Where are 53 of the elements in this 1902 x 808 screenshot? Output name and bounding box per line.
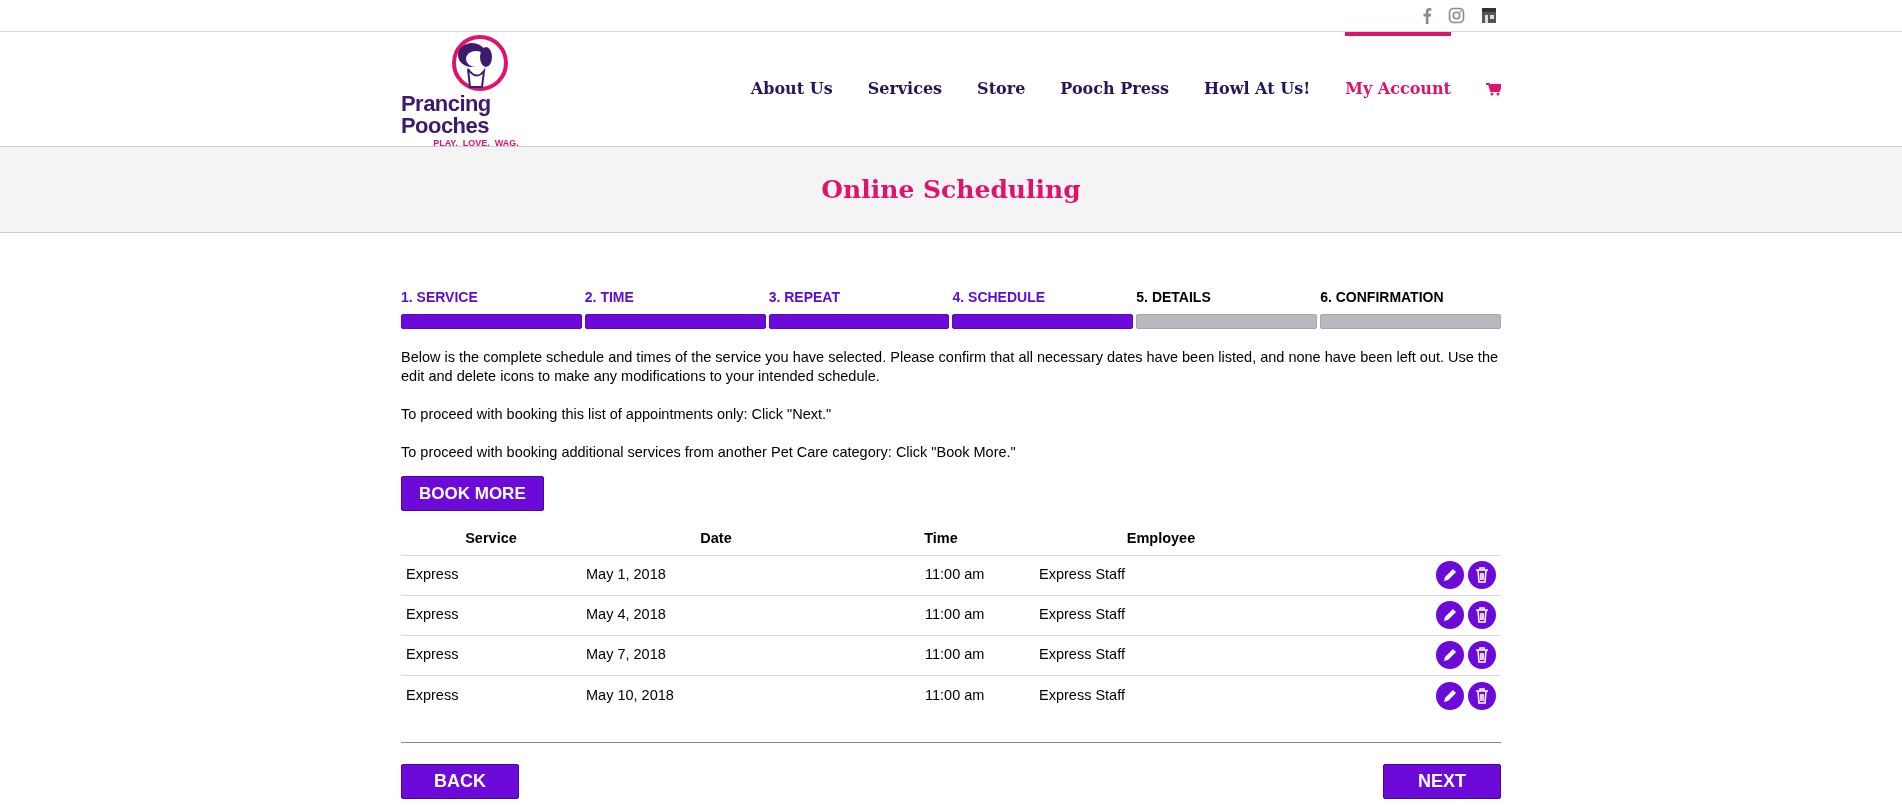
table-cell: May 4, 2018 <box>581 595 851 636</box>
step-label: 4. SCHEDULE <box>952 288 1047 307</box>
table-cell: May 10, 2018 <box>581 675 851 716</box>
step-label: 6. CONFIRMATION <box>1320 288 1445 307</box>
column-header: Service <box>401 523 581 556</box>
table-cell: Express <box>401 675 581 716</box>
nav-link[interactable]: Services <box>867 77 943 101</box>
table-cell: May 1, 2018 <box>581 555 851 596</box>
step-label: 3. REPEAT <box>768 288 841 307</box>
table-cell: 11:00 am <box>851 555 1031 596</box>
book-more-button[interactable]: BOOK MORE <box>401 476 544 511</box>
facebook-icon[interactable] <box>1422 7 1432 24</box>
step-label: 2. TIME <box>584 288 635 307</box>
instruction-text: To proceed with booking this list of appointments only: Click "Next." <box>401 405 833 424</box>
page-title: Online Scheduling <box>821 173 1081 206</box>
table-cell: Express <box>401 635 581 676</box>
nav-link[interactable]: About Us <box>750 77 833 101</box>
table-cell: Express Staff <box>1031 675 1291 716</box>
step-label: 5. DETAILS <box>1136 288 1212 307</box>
column-header: Time <box>851 523 1031 556</box>
table-cell: Express Staff <box>1031 635 1291 676</box>
camera-icon[interactable] <box>1448 7 1465 24</box>
table-cell: Express Staff <box>1031 555 1291 596</box>
table-cell: May 7, 2018 <box>581 635 851 676</box>
delete-icon[interactable] <box>1468 681 1496 710</box>
delete-icon[interactable] <box>1468 601 1496 630</box>
edit-icon[interactable] <box>1436 601 1464 630</box>
edit-icon[interactable] <box>1436 641 1464 670</box>
nav-link[interactable]: Store <box>977 77 1026 101</box>
table-cell: Express <box>401 595 581 636</box>
table-cell: Express Staff <box>1031 595 1291 636</box>
step-label: 1. SERVICE <box>401 288 479 307</box>
table-cell: 11:00 am <box>851 595 1031 636</box>
nav-link[interactable]: My Account <box>1345 77 1451 101</box>
table-cell: Express <box>401 555 581 596</box>
table-cell: 11:00 am <box>851 635 1031 676</box>
delete-icon[interactable] <box>1468 561 1496 590</box>
instruction-text: To proceed with booking additional services from another Pet Care category: Click "Book More." <box>401 443 1017 462</box>
table-cell: 11:00 am <box>851 675 1031 716</box>
nav-link[interactable]: Pooch Press <box>1060 77 1169 101</box>
delete-icon[interactable] <box>1468 641 1496 670</box>
column-header: Date <box>581 523 851 556</box>
back-button[interactable]: BACK <box>401 764 519 800</box>
storefront-icon[interactable] <box>1481 7 1497 24</box>
edit-icon[interactable] <box>1436 681 1464 710</box>
nav-link[interactable]: Howl At Us! <box>1203 77 1311 101</box>
instruction-text: Below is the complete schedule and times of the service you have selected. Please confirm that all necessary dates have been listed, and none have been left out. Use the edit and delete icons to make any modifications to your intended schedule. <box>401 348 1499 386</box>
cart-icon[interactable] <box>1486 82 1501 96</box>
logo-text: Prancing Pooches <box>401 92 492 137</box>
next-button[interactable]: NEXT <box>1383 764 1501 800</box>
logo-tagline: PLAY. LOVE. WAG. <box>433 138 519 148</box>
edit-icon[interactable] <box>1436 561 1464 590</box>
column-header: Employee <box>1031 523 1291 556</box>
